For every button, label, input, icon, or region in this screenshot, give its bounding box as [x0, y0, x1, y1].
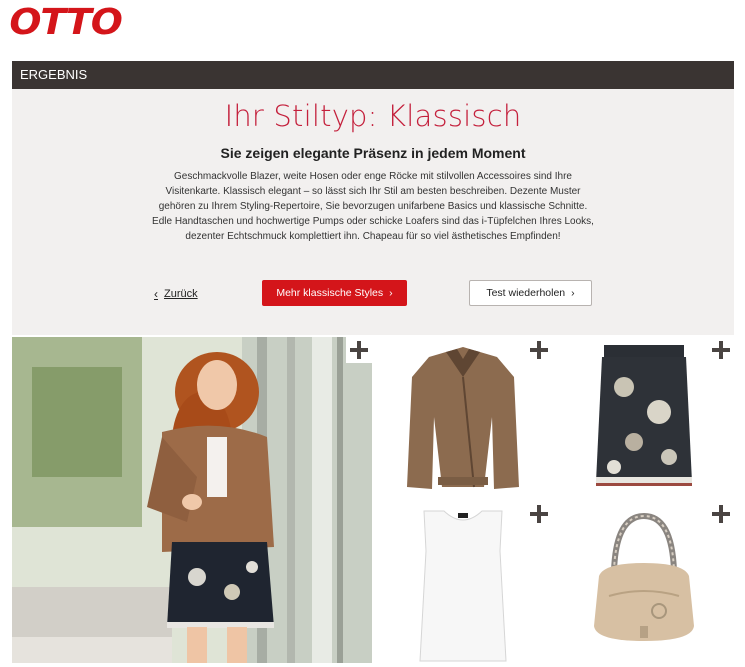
back-link[interactable]: ‹ Zurück	[154, 287, 198, 301]
product-tile-jacket[interactable]	[374, 337, 552, 499]
style-description: Geschmackvolle Blazer, weite Hosen oder …	[152, 171, 594, 242]
retake-test-button[interactable]: Test wiederholen ›	[469, 280, 592, 306]
style-type-title: Ihr Stiltyp: Klassisch	[224, 99, 522, 133]
result-header-label: ERGEBNIS	[20, 67, 88, 82]
retake-test-label: Test wiederholen	[486, 287, 566, 299]
back-link-label: Zurück	[164, 288, 198, 300]
chevron-left-icon: ‹	[154, 287, 158, 301]
plus-icon[interactable]	[712, 341, 730, 359]
plus-icon[interactable]	[530, 341, 548, 359]
plus-icon[interactable]	[350, 341, 368, 359]
otto-logo[interactable]: OTTO	[9, 2, 123, 43]
plus-icon[interactable]	[712, 505, 730, 523]
product-tile-skirt[interactable]	[554, 337, 734, 499]
leather-jacket-image	[407, 347, 519, 489]
result-header-bar: ERGEBNIS	[12, 61, 734, 89]
beige-handbag-image	[594, 512, 694, 641]
floral-skirt-image	[596, 345, 692, 486]
model-look-image[interactable]	[12, 337, 372, 663]
result-panel: Ihr Stiltyp: Klassisch Sie zeigen elegan…	[12, 89, 734, 335]
model-illustration	[12, 337, 372, 663]
white-top-image	[419, 510, 507, 662]
chevron-right-icon: ›	[571, 287, 575, 299]
plus-icon[interactable]	[530, 505, 548, 523]
more-styles-button[interactable]: Mehr klassische Styles ›	[262, 280, 407, 306]
product-tile-top[interactable]	[374, 501, 552, 663]
more-styles-label: Mehr klassische Styles	[276, 287, 384, 299]
style-subtitle: Sie zeigen elegante Präsenz in jedem Mom…	[220, 145, 526, 161]
product-grid	[12, 337, 734, 663]
chevron-right-icon: ›	[389, 287, 393, 299]
product-tile-bag[interactable]	[554, 501, 734, 663]
